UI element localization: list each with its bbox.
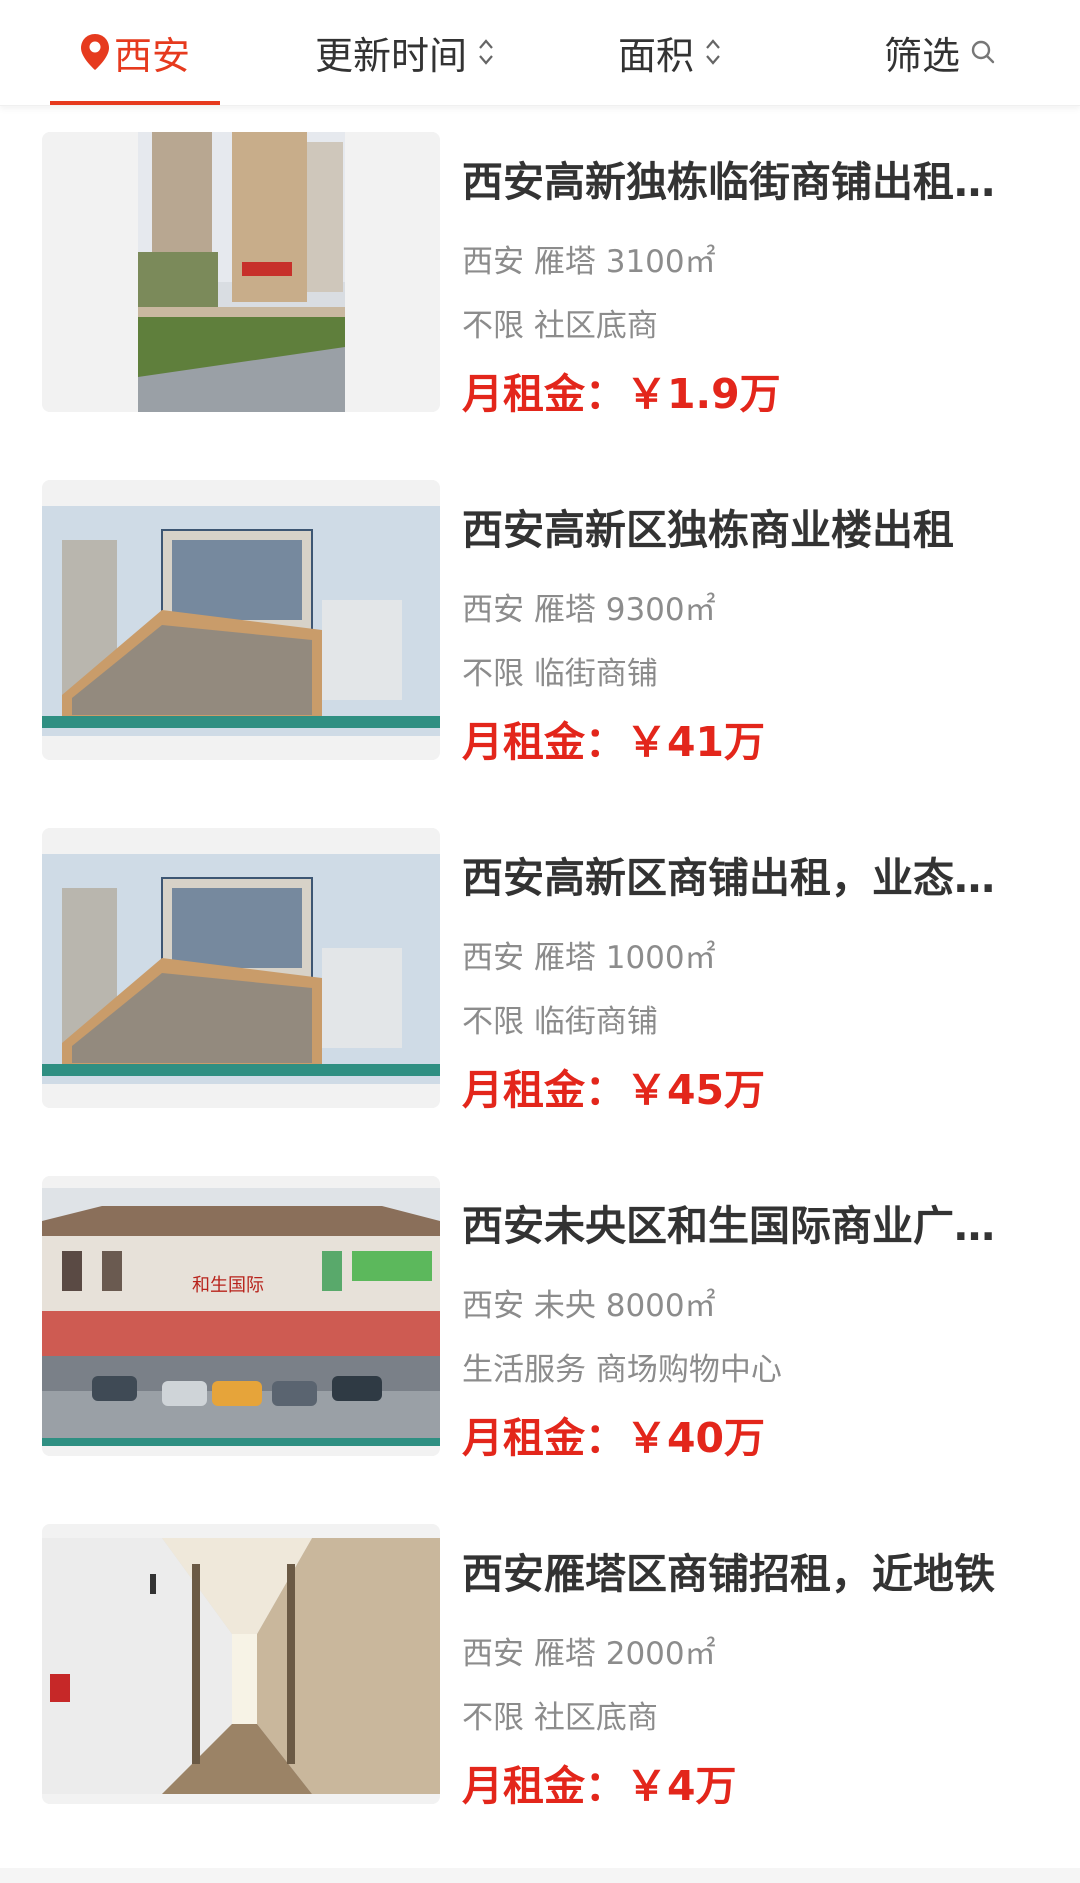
sort-area-label: 面积 (617, 33, 694, 78)
listing-tags: 不限 社区底商 (462, 300, 658, 345)
filter-label: 筛选 (883, 33, 960, 78)
listing-photo (42, 480, 440, 760)
sort-by-area-tab[interactable]: 面积 (600, 0, 740, 104)
listing-category: 不限 (462, 656, 524, 692)
listing-type: 社区底商 (533, 1700, 658, 1736)
listing-location: 西安 雁塔 1000㎡ (462, 932, 716, 977)
sort-time-label: 更新时间 (314, 33, 467, 78)
listing-district: 雁塔 (533, 940, 596, 976)
listing-card[interactable]: 西安高新区独栋商业楼出租 西安 雁塔 9300㎡ 不限 临街商铺 月租金：￥41… (0, 454, 1080, 802)
listing-card[interactable]: 西安雁塔区商铺招租，近地铁 西安 雁塔 2000㎡ 不限 社区底商 月租金：￥4… (0, 1498, 1080, 1846)
sign-text: 和生国际 (192, 1275, 264, 1295)
price-label: 月租金： (462, 370, 626, 418)
listing-area: 2000㎡ (605, 1636, 716, 1672)
listing-price: 月租金：￥4万 (462, 1752, 737, 1812)
listing-title[interactable]: 西安高新区商铺出租，业态不限 (462, 844, 1002, 904)
listing-category: 不限 (462, 1004, 524, 1040)
price-label: 月租金： (462, 1762, 626, 1810)
listing-district: 雁塔 (533, 592, 596, 628)
listing-title[interactable]: 西安未央区和生国际商业广场出租 (462, 1192, 1002, 1252)
listing-price: 月租金：￥41万 (462, 708, 765, 768)
listing-category: 生活服务 (462, 1352, 586, 1388)
sort-arrows-icon (477, 36, 495, 68)
active-tab-underline (50, 101, 220, 105)
listing-city: 西安 (462, 940, 524, 976)
listing-location: 西安 雁塔 3100㎡ (462, 236, 716, 281)
search-icon (970, 39, 996, 65)
listing-type: 商场购物中心 (595, 1352, 782, 1388)
city-label: 西安 (113, 33, 190, 78)
listing-tags: 生活服务 商场购物中心 (462, 1344, 782, 1389)
listing-photo (42, 1524, 440, 1804)
listing-location: 西安 雁塔 9300㎡ (462, 584, 716, 629)
listing-price: 月租金：￥1.9万 (462, 360, 781, 420)
listing-location: 西安 未央 8000㎡ (462, 1280, 716, 1325)
price-label: 月租金： (462, 1414, 626, 1462)
sort-arrows-icon (704, 36, 722, 68)
listing-category: 不限 (462, 308, 524, 344)
listing-tags: 不限 社区底商 (462, 1692, 658, 1737)
listing-city: 西安 (462, 1288, 524, 1324)
listing-city: 西安 (462, 592, 524, 628)
location-pin-icon (80, 33, 110, 71)
listing-type: 临街商铺 (533, 1004, 658, 1040)
bottom-edge (0, 1868, 1080, 1883)
listing-district: 雁塔 (533, 1636, 596, 1672)
price-value: ￥45万 (626, 1066, 766, 1114)
listing-photo (42, 828, 440, 1108)
price-value: ￥41万 (626, 718, 766, 766)
listing-district: 未央 (533, 1288, 596, 1324)
price-label: 月租金： (462, 718, 626, 766)
listing-card[interactable]: 西安高新区商铺出租，业态不限 西安 雁塔 1000㎡ 不限 临街商铺 月租金：￥… (0, 802, 1080, 1150)
listing-title[interactable]: 西安雁塔区商铺招租，近地铁 (462, 1540, 1002, 1600)
filter-tab[interactable]: 筛选 (870, 0, 1010, 104)
listing-location: 西安 雁塔 2000㎡ (462, 1628, 716, 1673)
listing-price: 月租金：￥45万 (462, 1056, 765, 1116)
listing-price: 月租金：￥40万 (462, 1404, 765, 1464)
listing-tags: 不限 临街商铺 (462, 648, 658, 693)
price-value: ￥4万 (626, 1762, 737, 1810)
listing-area: 1000㎡ (605, 940, 716, 976)
listing-type: 社区底商 (533, 308, 658, 344)
listing-area: 8000㎡ (605, 1288, 716, 1324)
listing-category: 不限 (462, 1700, 524, 1736)
listing-photo: 和生国际 (42, 1176, 440, 1456)
filter-bar: 西安 更新时间 面积 筛选 (0, 0, 1080, 106)
sort-by-update-time-tab[interactable]: 更新时间 (290, 0, 520, 104)
listing-tags: 不限 临街商铺 (462, 996, 658, 1041)
listing-card[interactable]: 和生国际 西安未央区和生国际商业广场出租 西安 未央 8000㎡ 生活服务 商场… (0, 1150, 1080, 1498)
listing-district: 雁塔 (533, 244, 596, 280)
city-selector-tab[interactable]: 西安 (50, 0, 220, 104)
price-label: 月租金： (462, 1066, 626, 1114)
price-value: ￥40万 (626, 1414, 766, 1462)
listing-city: 西安 (462, 1636, 524, 1672)
listing-area: 3100㎡ (605, 244, 716, 280)
listing-photo (42, 132, 440, 412)
listing-card[interactable]: 西安高新独栋临街商铺出租，位置佳 西安 雁塔 3100㎡ 不限 社区底商 月租金… (0, 106, 1080, 454)
listing-area: 9300㎡ (605, 592, 716, 628)
listing-title[interactable]: 西安高新独栋临街商铺出租，位置佳 (462, 148, 1002, 208)
listing-title[interactable]: 西安高新区独栋商业楼出租 (462, 496, 1002, 556)
listing-type: 临街商铺 (533, 656, 658, 692)
listing-city: 西安 (462, 244, 524, 280)
price-value: ￥1.9万 (626, 370, 781, 418)
